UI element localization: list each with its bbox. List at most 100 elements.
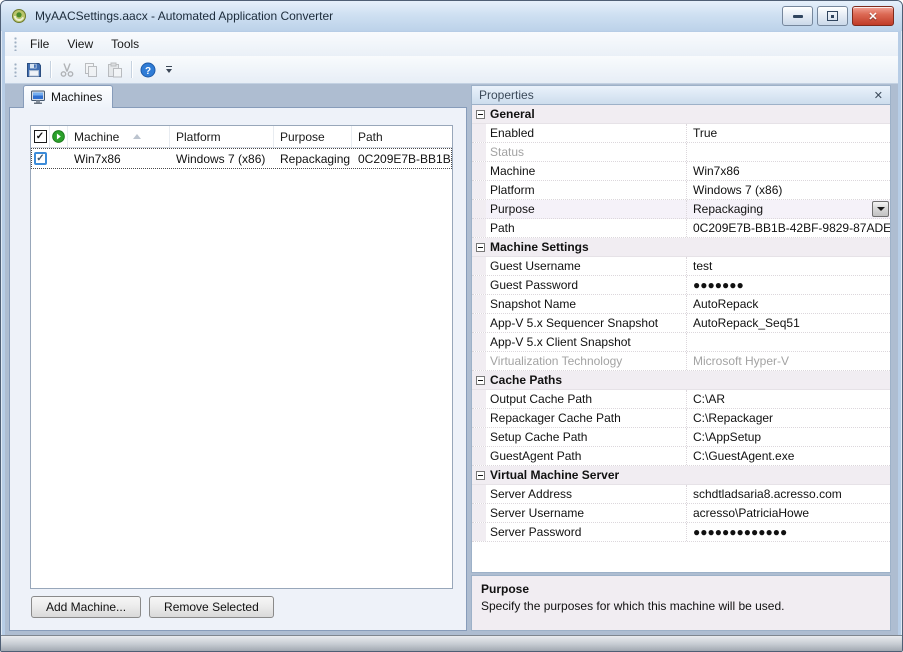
minimize-button[interactable] xyxy=(782,6,813,26)
tab-machines[interactable]: Machines xyxy=(23,85,113,108)
property-gutter xyxy=(472,523,486,541)
menu-file[interactable]: File xyxy=(21,33,58,55)
property-row-virtualization-technology[interactable]: Virtualization TechnologyMicrosoft Hyper… xyxy=(472,352,890,371)
property-row-app-v-5-x-sequencer-snapshot[interactable]: App-V 5.x Sequencer SnapshotAutoRepack_S… xyxy=(472,314,890,333)
remove-selected-button[interactable]: Remove Selected xyxy=(149,596,274,618)
property-value: schdtladsaria8.acresso.com xyxy=(687,485,890,503)
properties-close-button[interactable]: ✕ xyxy=(874,89,883,102)
maximize-icon xyxy=(827,11,838,21)
collapse-icon[interactable] xyxy=(476,110,485,119)
dropdown-button[interactable] xyxy=(872,201,889,217)
copy-button[interactable] xyxy=(80,59,102,81)
machines-tabpage: ✓ Machine Platform PurposePath ✓Win7x86Wind… xyxy=(9,107,467,631)
property-value-text: Microsoft Hyper-V xyxy=(693,354,789,368)
property-label: Server Username xyxy=(486,504,687,522)
property-value-text: True xyxy=(693,126,717,140)
property-value: AutoRepack_Seq51 xyxy=(687,314,890,332)
property-label: Repackager Cache Path xyxy=(486,409,687,427)
help-button[interactable]: ? xyxy=(137,59,159,81)
property-value: C:\GuestAgent.exe xyxy=(687,447,890,465)
svg-text:?: ? xyxy=(145,66,151,77)
select-all-column-header[interactable]: ✓ xyxy=(31,126,50,147)
run-status-column-header[interactable] xyxy=(50,126,68,147)
collapse-icon[interactable] xyxy=(476,471,485,480)
property-row-purpose[interactable]: PurposeRepackaging xyxy=(472,200,890,219)
property-gutter xyxy=(472,390,486,408)
category-virtual-machine-server[interactable]: Virtual Machine Server xyxy=(472,466,890,485)
maximize-button[interactable] xyxy=(817,6,848,26)
collapse-icon[interactable] xyxy=(476,376,485,385)
property-label: GuestAgent Path xyxy=(486,447,687,465)
property-label: Machine xyxy=(486,162,687,180)
menu-view[interactable]: View xyxy=(58,33,102,55)
property-gutter xyxy=(472,219,486,237)
property-value: 0C209E7B-BB1B-42BF-9829-87ADED2E8 xyxy=(687,219,890,237)
paste-icon xyxy=(107,62,123,78)
title-bar: MyAACSettings.aacx - Automated Applicati… xyxy=(1,1,902,31)
paste-button[interactable] xyxy=(104,59,126,81)
property-row-guest-password[interactable]: Guest Password ●●●●●●● xyxy=(472,276,890,295)
collapse-icon[interactable] xyxy=(476,243,485,252)
client-area: FileViewTools ? xyxy=(5,32,898,635)
property-row-output-cache-path[interactable]: Output Cache PathC:\AR xyxy=(472,390,890,409)
property-row-server-address[interactable]: Server Address schdtladsaria8.acresso.com xyxy=(472,485,890,504)
machines-table-header: ✓ Machine Platform PurposePath xyxy=(31,126,452,148)
column-header-platform[interactable]: Platform xyxy=(170,126,274,147)
property-gutter xyxy=(472,447,486,465)
property-row-server-password[interactable]: Server Password●●●●●●●●●●●●● xyxy=(472,523,890,542)
run-icon xyxy=(52,130,65,143)
property-label: Guest Password xyxy=(486,276,687,294)
category-cache-paths[interactable]: Cache Paths xyxy=(472,371,890,390)
cut-button[interactable] xyxy=(56,59,78,81)
property-row-app-v-5-x-client-snapshot[interactable]: App-V 5.x Client Snapshot xyxy=(472,333,890,352)
app-icon xyxy=(11,8,27,24)
property-value-text: Repackaging xyxy=(693,202,763,216)
table-row[interactable]: ✓Win7x86Windows 7 (x86)Repackaging0C209E… xyxy=(31,148,452,169)
add-machine-button[interactable]: Add Machine... xyxy=(31,596,141,618)
toolbar-overflow-button[interactable] xyxy=(163,59,175,81)
close-icon: ✕ xyxy=(868,10,877,23)
save-button[interactable] xyxy=(23,59,45,81)
property-gutter xyxy=(472,295,486,313)
property-row-machine[interactable]: MachineWin7x86 xyxy=(472,162,890,181)
row-cell-path: 0C209E7B-BB1B-... xyxy=(352,152,452,166)
property-row-guestagent-path[interactable]: GuestAgent PathC:\GuestAgent.exe xyxy=(472,447,890,466)
property-value-text: ●●●●●●● xyxy=(693,278,744,292)
property-row-snapshot-name[interactable]: Snapshot NameAutoRepack xyxy=(472,295,890,314)
property-row-platform[interactable]: PlatformWindows 7 (x86) xyxy=(472,181,890,200)
property-label: App-V 5.x Sequencer Snapshot xyxy=(486,314,687,332)
close-button[interactable]: ✕ xyxy=(852,6,894,26)
workspace: Machines ✓MachinePlatformPurposePath ✓Wi… xyxy=(5,83,898,635)
column-header-label: Platform xyxy=(176,130,221,144)
category-label: Machine Settings xyxy=(490,240,589,254)
menu-tools[interactable]: Tools xyxy=(102,33,148,55)
column-header-machine[interactable]: Machine xyxy=(68,126,170,147)
property-row-setup-cache-path[interactable]: Setup Cache PathC:\AppSetup xyxy=(472,428,890,447)
category-machine-settings[interactable]: Machine Settings xyxy=(472,238,890,257)
help-icon: ? xyxy=(140,62,156,78)
column-header-purpose[interactable]: Purpose xyxy=(274,126,352,147)
property-value-text: 0C209E7B-BB1B-42BF-9829-87ADED2E8 xyxy=(693,221,890,235)
select-all-checkbox[interactable]: ✓ xyxy=(34,130,47,143)
property-row-server-username[interactable]: Server Username acresso\PatriciaHowe xyxy=(472,504,890,523)
properties-title: Properties xyxy=(479,88,534,102)
column-header-path[interactable]: Path xyxy=(352,126,452,147)
row-checkbox[interactable]: ✓ xyxy=(34,152,47,165)
property-row-status[interactable]: Status xyxy=(472,143,890,162)
property-value: Repackaging xyxy=(687,200,890,218)
property-label: Guest Username xyxy=(486,257,687,275)
machines-table: ✓ Machine Platform PurposePath ✓Win7x86Wind… xyxy=(30,125,453,589)
property-label: Path xyxy=(486,219,687,237)
property-value-text: acresso\PatriciaHowe xyxy=(693,506,809,520)
property-row-enabled[interactable]: EnabledTrue xyxy=(472,124,890,143)
property-value xyxy=(687,143,890,161)
category-general[interactable]: General xyxy=(472,105,890,124)
property-gutter xyxy=(472,333,486,351)
property-value-text: schdtladsaria8.acresso.com xyxy=(693,487,842,501)
property-label: Server Address xyxy=(486,485,687,503)
property-row-path[interactable]: Path 0C209E7B-BB1B-42BF-9829-87ADED2E8 xyxy=(472,219,890,238)
property-row-guest-username[interactable]: Guest Usernametest xyxy=(472,257,890,276)
property-gutter xyxy=(472,352,486,370)
property-value: test xyxy=(687,257,890,275)
property-row-repackager-cache-path[interactable]: Repackager Cache PathC:\Repackager xyxy=(472,409,890,428)
